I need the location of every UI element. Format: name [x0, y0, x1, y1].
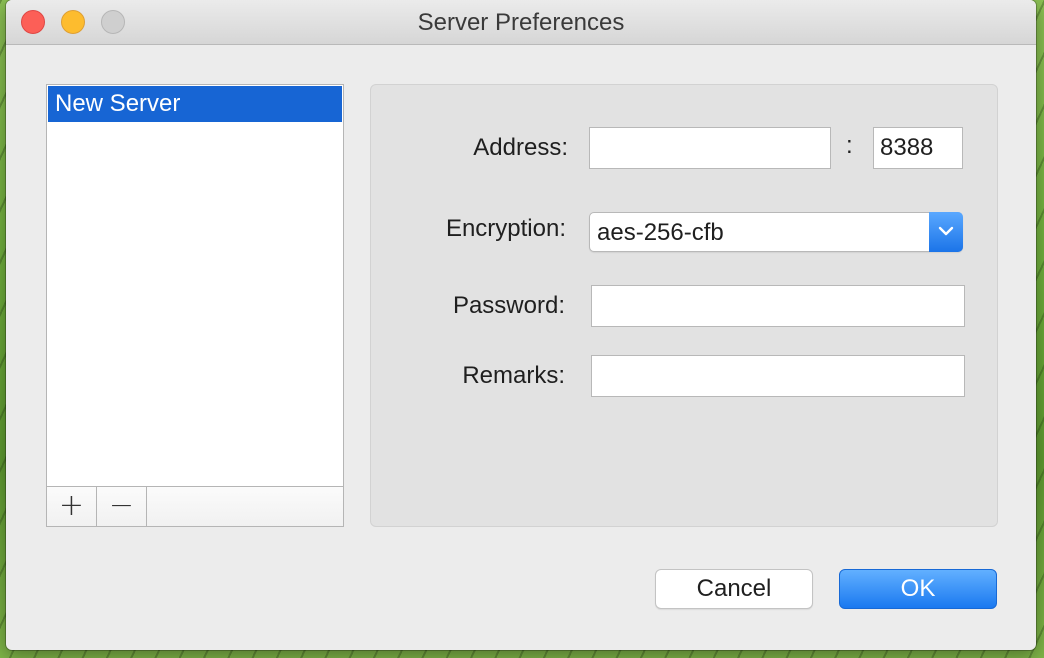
cancel-button[interactable]: Cancel: [655, 569, 813, 609]
password-field[interactable]: [591, 285, 965, 327]
server-preferences-window: Server Preferences New Server + − Addres…: [6, 0, 1036, 650]
add-server-button[interactable]: +: [47, 487, 97, 526]
remarks-label: Remarks:: [462, 362, 565, 389]
encryption-label: Encryption:: [445, 215, 566, 242]
address-label: Address:: [473, 134, 568, 161]
title-bar[interactable]: Server Preferences: [6, 0, 1036, 45]
chevron-down-icon[interactable]: [929, 212, 963, 252]
encryption-value: aes-256-cfb: [597, 219, 724, 246]
port-separator: :: [846, 132, 853, 159]
remove-server-button[interactable]: −: [97, 487, 147, 526]
address-field[interactable]: [589, 127, 831, 169]
encryption-select[interactable]: aes-256-cfb: [589, 212, 963, 252]
list-item-new-server[interactable]: New Server: [48, 86, 342, 122]
server-list[interactable]: New Server + −: [46, 84, 344, 527]
port-field[interactable]: 8388: [873, 127, 963, 169]
list-toolbar: + −: [47, 486, 343, 526]
window-title: Server Preferences: [417, 9, 625, 36]
ok-button[interactable]: OK: [839, 569, 997, 609]
remarks-field[interactable]: [591, 355, 965, 397]
password-label: Password:: [452, 292, 565, 319]
